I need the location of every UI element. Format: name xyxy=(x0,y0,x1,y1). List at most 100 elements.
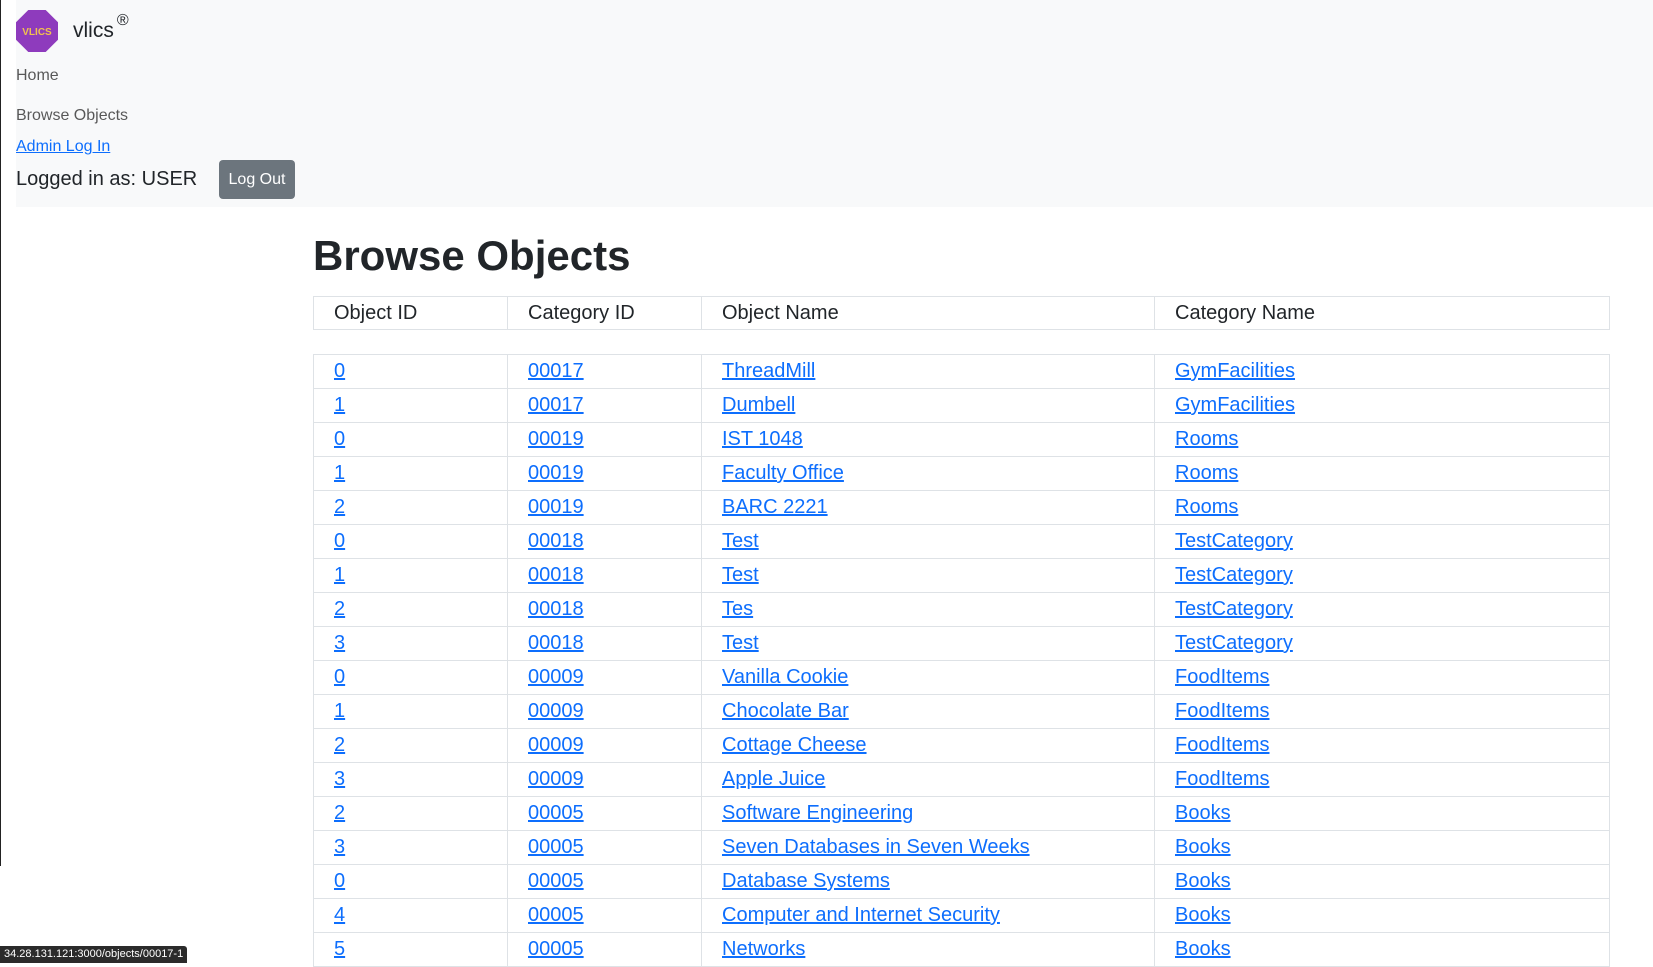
category-id-link[interactable]: 00009 xyxy=(528,666,584,688)
category-id-link[interactable]: 00017 xyxy=(528,394,584,416)
table-cell: BARC 2221 xyxy=(701,490,1155,525)
object-id-link[interactable]: 3 xyxy=(334,632,345,654)
object-name-link[interactable]: Cottage Cheese xyxy=(722,734,867,756)
category-id-link[interactable]: 00009 xyxy=(528,734,584,756)
object-name-link[interactable]: Apple Juice xyxy=(722,768,825,790)
table-row: 1 00009 Chocolate Bar FoodItems xyxy=(313,694,1610,729)
category-name-link[interactable]: TestCategory xyxy=(1175,530,1293,552)
object-id-link[interactable]: 2 xyxy=(334,598,345,620)
category-name-link[interactable]: Books xyxy=(1175,870,1231,892)
object-id-link[interactable]: 3 xyxy=(334,836,345,858)
object-id-link[interactable]: 0 xyxy=(334,666,345,688)
table-cell: Books xyxy=(1154,898,1610,933)
object-name-link[interactable]: Test xyxy=(722,564,759,586)
object-id-link[interactable]: 3 xyxy=(334,768,345,790)
object-name-link[interactable]: Software Engineering xyxy=(722,802,913,824)
category-id-link[interactable]: 00018 xyxy=(528,632,584,654)
category-id-link[interactable]: 00009 xyxy=(528,768,584,790)
object-id-link[interactable]: 0 xyxy=(334,428,345,450)
object-name-link[interactable]: Database Systems xyxy=(722,870,890,892)
object-name-link[interactable]: Tes xyxy=(722,598,753,620)
object-name-link[interactable]: Seven Databases in Seven Weeks xyxy=(722,836,1030,858)
object-id-link[interactable]: 1 xyxy=(334,462,345,484)
object-id-link[interactable]: 2 xyxy=(334,734,345,756)
objects-table-header: Object ID Category ID Object Name Catego… xyxy=(313,296,1610,330)
category-name-link[interactable]: Rooms xyxy=(1175,428,1238,450)
category-id-link[interactable]: 00009 xyxy=(528,700,584,722)
category-id-link[interactable]: 00018 xyxy=(528,598,584,620)
object-name-link[interactable]: Test xyxy=(722,530,759,552)
category-name-link[interactable]: Books xyxy=(1175,938,1231,960)
category-id-link[interactable]: 00019 xyxy=(528,462,584,484)
table-row: 1 00019 Faculty Office Rooms xyxy=(313,456,1610,491)
table-cell: Test xyxy=(701,524,1155,559)
category-name-link[interactable]: GymFacilities xyxy=(1175,394,1295,416)
object-name-link[interactable]: Vanilla Cookie xyxy=(722,666,848,688)
category-name-link[interactable]: GymFacilities xyxy=(1175,360,1295,382)
category-name-link[interactable]: TestCategory xyxy=(1175,598,1293,620)
table-cell: TestCategory xyxy=(1154,524,1610,559)
category-name-link[interactable]: TestCategory xyxy=(1175,632,1293,654)
category-id-link[interactable]: 00005 xyxy=(528,904,584,926)
table-cell: Networks xyxy=(701,932,1155,967)
category-id-link[interactable]: 00005 xyxy=(528,836,584,858)
category-id-link[interactable]: 00017 xyxy=(528,360,584,382)
category-id-link[interactable]: 00018 xyxy=(528,564,584,586)
table-cell: TestCategory xyxy=(1154,592,1610,627)
table-cell: 0 xyxy=(313,524,508,559)
table-cell: Seven Databases in Seven Weeks xyxy=(701,830,1155,865)
object-name-link[interactable]: IST 1048 xyxy=(722,428,803,450)
table-cell: 00009 xyxy=(507,694,702,729)
logo-text: VLICS xyxy=(22,27,52,38)
table-cell: Books xyxy=(1154,796,1610,831)
category-name-link[interactable]: Books xyxy=(1175,802,1231,824)
category-id-link[interactable]: 00005 xyxy=(528,870,584,892)
category-id-link[interactable]: 00005 xyxy=(528,802,584,824)
table-cell: 2 xyxy=(313,796,508,831)
object-name-link[interactable]: Dumbell xyxy=(722,394,795,416)
object-name-link[interactable]: Networks xyxy=(722,938,805,960)
category-name-link[interactable]: TestCategory xyxy=(1175,564,1293,586)
category-name-link[interactable]: Rooms xyxy=(1175,496,1238,518)
object-id-link[interactable]: 5 xyxy=(334,938,345,960)
object-name-link[interactable]: Faculty Office xyxy=(722,462,844,484)
table-cell: Rooms xyxy=(1154,490,1610,525)
category-name-link[interactable]: FoodItems xyxy=(1175,700,1269,722)
category-id-link[interactable]: 00019 xyxy=(528,428,584,450)
category-name-link[interactable]: Rooms xyxy=(1175,462,1238,484)
object-name-link[interactable]: BARC 2221 xyxy=(722,496,828,518)
table-cell: 00017 xyxy=(507,354,702,389)
category-name-link[interactable]: Books xyxy=(1175,904,1231,926)
object-id-link[interactable]: 0 xyxy=(334,360,345,382)
object-name-link[interactable]: Chocolate Bar xyxy=(722,700,849,722)
brand[interactable]: VLICS vlics ® xyxy=(16,10,129,52)
object-name-link[interactable]: ThreadMill xyxy=(722,360,815,382)
object-name-link[interactable]: Computer and Internet Security xyxy=(722,904,1000,926)
table-row: 2 00018 Tes TestCategory xyxy=(313,592,1610,627)
category-id-link[interactable]: 00005 xyxy=(528,938,584,960)
object-id-link[interactable]: 0 xyxy=(334,870,345,892)
object-id-link[interactable]: 1 xyxy=(334,700,345,722)
category-name-link[interactable]: Books xyxy=(1175,836,1231,858)
category-name-link[interactable]: FoodItems xyxy=(1175,666,1269,688)
object-name-link[interactable]: Test xyxy=(722,632,759,654)
table-cell: 1 xyxy=(313,694,508,729)
table-cell: 00019 xyxy=(507,456,702,491)
admin-login-link[interactable]: Admin Log In xyxy=(16,138,110,156)
object-id-link[interactable]: 2 xyxy=(334,802,345,824)
logout-button[interactable]: Log Out xyxy=(219,160,295,199)
object-id-link[interactable]: 1 xyxy=(334,394,345,416)
category-name-link[interactable]: FoodItems xyxy=(1175,768,1269,790)
table-cell: 0 xyxy=(313,864,508,899)
nav-browse-objects-link[interactable]: Browse Objects xyxy=(16,107,128,125)
table-cell: FoodItems xyxy=(1154,762,1610,797)
category-id-link[interactable]: 00019 xyxy=(528,496,584,518)
category-id-link[interactable]: 00018 xyxy=(528,530,584,552)
table-cell: Test xyxy=(701,626,1155,661)
category-name-link[interactable]: FoodItems xyxy=(1175,734,1269,756)
object-id-link[interactable]: 2 xyxy=(334,496,345,518)
object-id-link[interactable]: 1 xyxy=(334,564,345,586)
object-id-link[interactable]: 0 xyxy=(334,530,345,552)
object-id-link[interactable]: 4 xyxy=(334,904,345,926)
nav-home-link[interactable]: Home xyxy=(16,67,59,85)
